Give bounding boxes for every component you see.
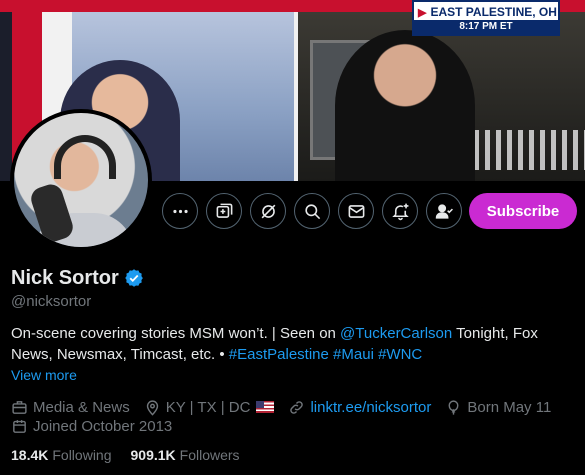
chyron-time: 8:17 PM ET [414, 20, 558, 34]
briefcase-icon [12, 400, 27, 414]
notify-icon [391, 203, 409, 220]
mention-link[interactable]: @TuckerCarlson [340, 325, 452, 342]
followers-link[interactable]: 909.1K Followers [131, 447, 240, 463]
link-icon [290, 400, 304, 414]
us-flag-icon [256, 401, 275, 413]
message-icon [348, 204, 364, 218]
hashtag-link[interactable]: #Maui [333, 346, 374, 363]
birthday-item: Born May 11 [445, 399, 551, 416]
grok-slash-icon [261, 204, 275, 218]
grok-button[interactable] [206, 193, 242, 229]
follow-button[interactable] [426, 193, 462, 229]
grok-analyze-button[interactable] [250, 193, 286, 229]
profile-handle: @nicksortor [11, 293, 92, 310]
profile-name-row: Nick Sortor [11, 266, 144, 290]
follow-stats: 18.4K Following 909.1K Followers [11, 447, 259, 463]
more-icon [172, 209, 188, 213]
chyron-chevron-icon: ▶ [418, 6, 427, 19]
profile-meta-row: Media & News KY | TX | DC linktr.ee/nick… [11, 397, 565, 417]
website-link[interactable]: linktr.ee/nicksortor [310, 399, 431, 416]
subscribe-button[interactable]: Subscribe [469, 193, 577, 229]
verified-badge-icon[interactable] [124, 268, 144, 288]
notify-button[interactable] [382, 193, 418, 229]
view-more-link[interactable]: View more [11, 367, 77, 383]
profile-actions: Subscribe [0, 193, 585, 229]
profile-bio: On-scene covering stories MSM won’t. | S… [11, 325, 538, 363]
calendar-icon [13, 419, 26, 433]
location-pin-icon [146, 399, 158, 416]
balloon-icon [448, 399, 459, 415]
banner-chyron: ▶ EAST PALESTINE, OH 8:17 PM ET [412, 0, 560, 36]
hashtag-link[interactable]: #WNC [378, 346, 422, 363]
banner-reporter-figure [335, 30, 475, 181]
avatar[interactable] [10, 109, 152, 251]
category-item: Media & News [11, 399, 130, 416]
profile-name: Nick Sortor [11, 266, 119, 289]
hashtag-link[interactable]: #EastPalestine [229, 346, 329, 363]
search-button[interactable] [294, 193, 330, 229]
follow-icon [435, 203, 453, 219]
profile-joined-row: Joined October 2013 [11, 416, 186, 436]
grok-icon [216, 203, 232, 218]
website-item[interactable]: linktr.ee/nicksortor [288, 399, 431, 416]
joined-item: Joined October 2013 [11, 418, 172, 435]
following-link[interactable]: 18.4K Following [11, 447, 112, 463]
more-button[interactable] [162, 193, 198, 229]
message-button[interactable] [338, 193, 374, 229]
chyron-location: EAST PALESTINE, OH [430, 5, 557, 19]
search-icon [304, 203, 320, 219]
location-item: KY | TX | DC [144, 399, 275, 416]
